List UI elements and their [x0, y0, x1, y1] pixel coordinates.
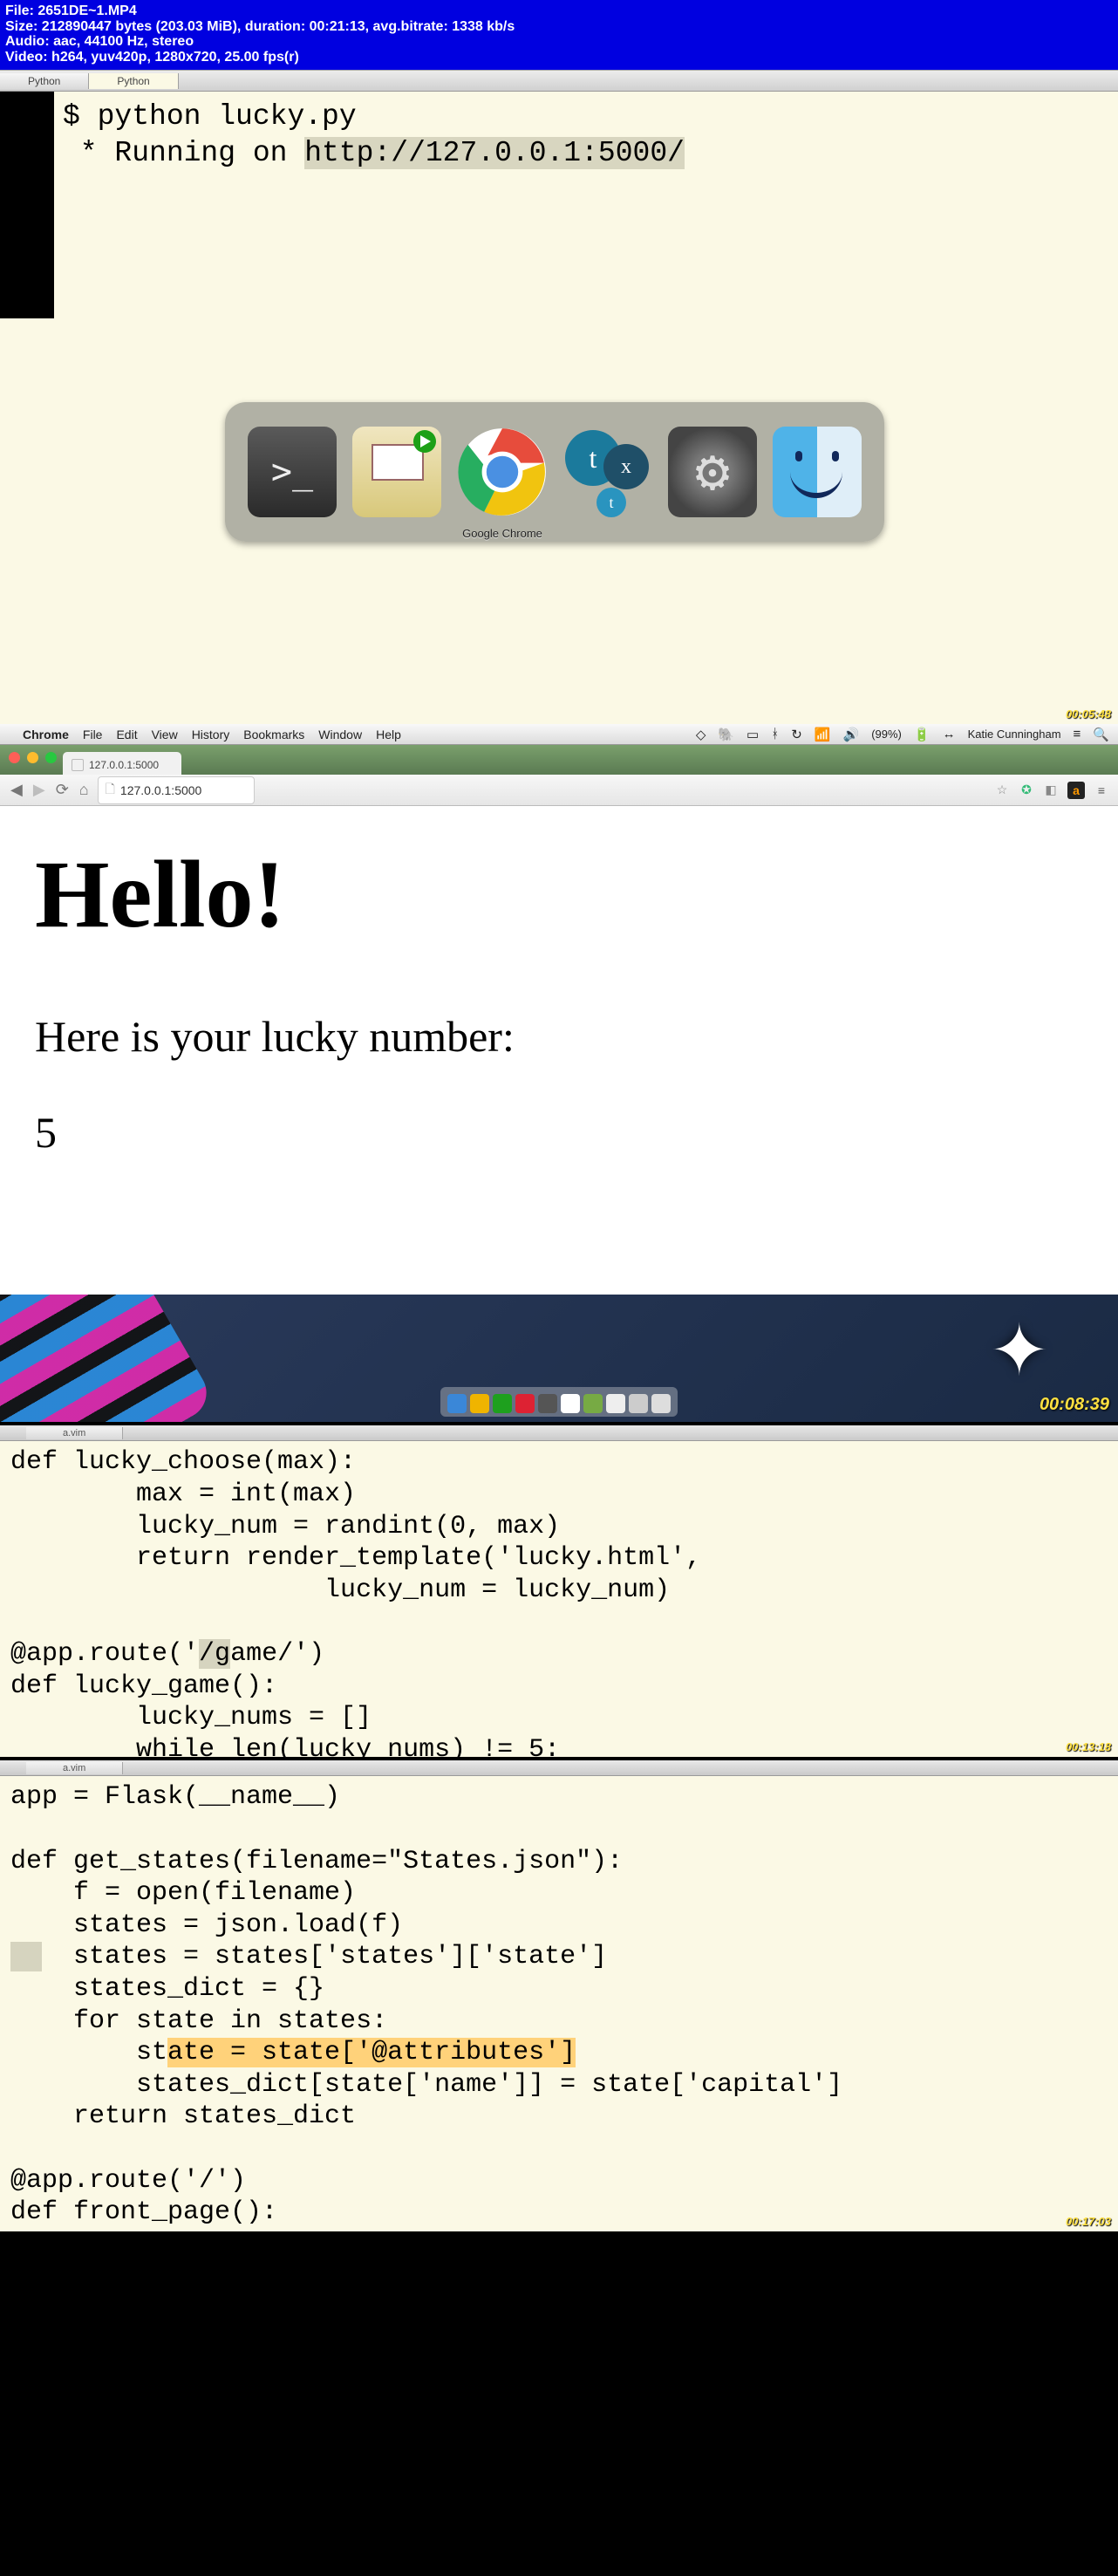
mini-dock-chrome-icon[interactable] [470, 1394, 489, 1413]
dock-textual-icon[interactable]: txt [563, 427, 652, 517]
editor-tabbar: a.vim [0, 1425, 1118, 1441]
editor-tab[interactable]: a.vim [26, 1762, 123, 1774]
mini-dock-terminal-icon[interactable] [538, 1394, 557, 1413]
extension-icon[interactable]: ✪ [1019, 782, 1034, 798]
chrome-menu-icon[interactable]: ≡ [1094, 782, 1109, 798]
forward-button[interactable]: ▶ [31, 781, 47, 799]
terminal-text: * Running on [63, 137, 304, 169]
prompt: $ [63, 100, 98, 133]
frame-timestamp: 00:17:03 [1066, 2215, 1111, 2228]
home-button[interactable]: ⌂ [78, 781, 91, 799]
address-bar[interactable]: 🗋 127.0.0.1:5000 [98, 776, 255, 804]
mini-dock-trash-icon[interactable] [651, 1394, 671, 1413]
terminal-tabbar: Python Python [0, 71, 1118, 92]
extension-icon[interactable]: ◧ [1043, 782, 1059, 798]
back-button[interactable]: ◀ [9, 781, 24, 799]
notification-center-icon[interactable]: ≡ [1074, 727, 1081, 741]
mini-dock-app-icon[interactable] [583, 1394, 603, 1413]
dock-chrome-icon[interactable]: Google Chrome [457, 427, 548, 517]
terminal-tab-active[interactable]: Python [89, 73, 178, 89]
server-url: http://127.0.0.1:5000/ [304, 137, 685, 169]
chrome-tab[interactable]: 127.0.0.1:5000 [63, 752, 181, 775]
chrome-window: 127.0.0.1:5000 ◀ ▶ ⟳ ⌂ 🗋 127.0.0.1:5000 … [0, 745, 1118, 1295]
fastswitch-icon[interactable]: ↔ [943, 727, 956, 741]
timemachine-icon[interactable]: ↻ [791, 727, 802, 742]
menubar-item[interactable]: View [152, 728, 178, 741]
mini-dock-app-icon[interactable] [606, 1394, 625, 1413]
mini-dock-finder-icon[interactable] [447, 1394, 467, 1413]
editor-body[interactable]: app = Flask(__name__) def get_states(fil… [0, 1776, 1118, 2237]
rendered-page: Hello! Here is your lucky number: 5 [0, 806, 1118, 1295]
reload-button[interactable]: ⟳ [54, 781, 71, 799]
amazon-extension-icon[interactable]: a [1067, 782, 1085, 799]
menubar-app[interactable]: Chrome [23, 728, 69, 741]
frame-timestamp: 00:05:48 [1066, 707, 1111, 721]
editor-tab[interactable]: a.vim [26, 1427, 123, 1439]
browser-frame: ✦ Chrome File Edit View History Bookmark… [0, 724, 1118, 1422]
battery-percent[interactable]: (99%) [871, 728, 902, 741]
fileinfo-line: Audio: aac, 44100 Hz, stereo [5, 34, 1113, 50]
editor-frame-lucky: a.vim def lucky_choose(max): max = int(m… [0, 1425, 1118, 1757]
menubar-item[interactable]: File [83, 728, 103, 741]
left-black-strip [0, 92, 54, 318]
spotlight-icon[interactable]: 🔍 [1093, 727, 1109, 742]
battery-icon[interactable]: 🔋 [914, 727, 931, 742]
dock: Google Chrome txt [225, 402, 884, 542]
dock-finder-icon[interactable] [773, 427, 862, 517]
tab-title: 127.0.0.1:5000 [89, 759, 159, 771]
menubar-item[interactable]: Window [318, 728, 362, 741]
page-heading: Hello! [35, 839, 1083, 950]
frame-timestamp: 00:13:18 [1066, 1740, 1111, 1753]
mac-menubar: Chrome File Edit View History Bookmarks … [0, 724, 1118, 745]
chrome-tabstrip: 127.0.0.1:5000 [0, 745, 1118, 775]
dropbox-icon[interactable]: ◇ [696, 727, 706, 742]
dock-keynote-icon[interactable] [352, 427, 441, 517]
dock-terminal-icon[interactable] [248, 427, 337, 517]
editor-tabbar: a.vim [0, 1760, 1118, 1776]
mini-dock-app-icon[interactable] [493, 1394, 512, 1413]
wallpaper-star-icon: ✦ [991, 1286, 1048, 1404]
mini-dock-app-icon[interactable] [515, 1394, 535, 1413]
chrome-icon [457, 425, 548, 519]
display-icon[interactable]: ▭ [746, 727, 759, 742]
terminal-line: $ python lucky.py [0, 99, 1118, 134]
mini-dock-app-icon[interactable] [561, 1394, 580, 1413]
menubar-item[interactable]: Edit [116, 728, 137, 741]
fileinfo-line: Video: h264, yuv420p, 1280x720, 25.00 fp… [5, 50, 1113, 65]
video-file-info: File: 2651DE~1.MP4 Size: 212890447 bytes… [0, 0, 1118, 70]
window-controls [9, 752, 57, 763]
command: python lucky.py [98, 100, 357, 133]
volume-icon[interactable]: 🔊 [843, 727, 860, 742]
window-close-button[interactable] [9, 752, 20, 763]
terminal-line: * Running on http://127.0.0.1:5000/ [0, 135, 1118, 171]
url-text: 127.0.0.1:5000 [120, 783, 201, 797]
bluetooth-icon[interactable]: ᚼ [771, 727, 779, 741]
page-subtitle: Here is your lucky number: [35, 1011, 1083, 1062]
window-minimize-button[interactable] [27, 752, 38, 763]
mini-dock-app-icon[interactable] [629, 1394, 648, 1413]
dock-chrome-label: Google Chrome [462, 527, 542, 540]
fileinfo-line: File: 2651DE~1.MP4 [5, 3, 1113, 19]
terminal-body[interactable]: $ python lucky.py * Running on http://12… [0, 92, 1118, 171]
dock-system-preferences-icon[interactable] [668, 427, 757, 517]
fileinfo-line: Size: 212890447 bytes (203.03 MiB), dura… [5, 19, 1113, 35]
menubar-item[interactable]: History [192, 728, 230, 741]
bookmark-star-icon[interactable]: ☆ [994, 782, 1010, 798]
chrome-toolbar: ◀ ▶ ⟳ ⌂ 🗋 127.0.0.1:5000 ☆ ✪ ◧ a ≡ [0, 775, 1118, 806]
menubar-username[interactable]: Katie Cunningham [968, 728, 1061, 741]
page-icon: 🗋 [106, 780, 115, 801]
lucky-number: 5 [35, 1107, 1083, 1158]
menubar-item[interactable]: Help [376, 728, 401, 741]
menubar-item[interactable]: Bookmarks [243, 728, 304, 741]
evernote-icon[interactable]: 🐘 [718, 727, 734, 742]
editor-frame-states: a.vim app = Flask(__name__) def get_stat… [0, 1760, 1118, 2231]
mini-dock [440, 1387, 678, 1417]
window-zoom-button[interactable] [45, 752, 57, 763]
tab-favicon-icon [72, 759, 84, 771]
frame-timestamp: 00:08:39 [1040, 1395, 1109, 1415]
wifi-icon[interactable]: 📶 [815, 727, 831, 742]
terminal-tab[interactable]: Python [0, 73, 89, 89]
terminal-frame: Python Python $ python lucky.py * Runnin… [0, 70, 1118, 724]
